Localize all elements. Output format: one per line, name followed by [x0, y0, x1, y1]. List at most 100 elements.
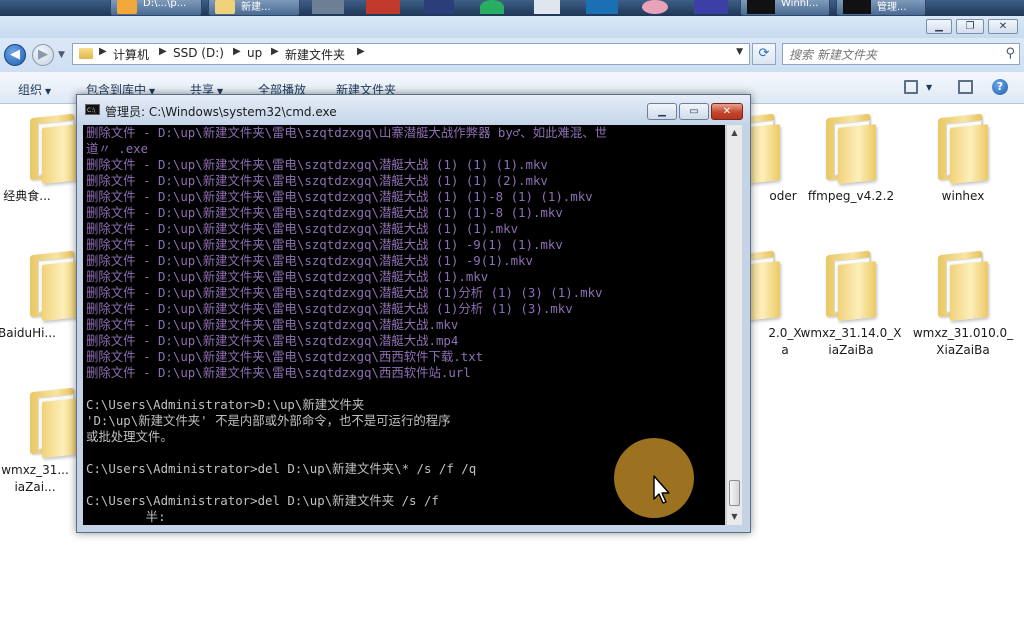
- console-line: 'D:\up\新建文件夹' 不是内部或外部命令，也不是可运行的程序: [86, 413, 451, 428]
- console-line: C:\Users\Administrator>del D:\up\新建文件夹\*…: [86, 461, 477, 476]
- console-line-deleted: 删除文件 - D:\up\新建文件夹\雷电\szqtdzxgq\潜艇大战.mp4: [86, 333, 459, 348]
- folder-label: 经典食...: [3, 189, 51, 203]
- taskbar-item-label: Winhl...: [781, 0, 819, 9]
- taskbar-item-label: 新建...: [241, 2, 271, 13]
- taskbar-item-label: D:\...\p...: [143, 0, 187, 9]
- chevron-right-icon[interactable]: ▶: [271, 46, 279, 57]
- close-button[interactable]: ✕: [988, 19, 1018, 34]
- chevron-down-icon[interactable]: ▼: [736, 47, 743, 57]
- console-line-deleted: 删除文件 - D:\up\新建文件夹\雷电\szqtdzxgq\潜艇大战 (1)…: [86, 189, 593, 204]
- app-icon-1[interactable]: [312, 0, 344, 14]
- folder-icon: [820, 112, 882, 184]
- organize-label: 组织: [18, 83, 43, 97]
- folder-icon: [932, 112, 994, 184]
- app-icon-2[interactable]: [366, 0, 400, 14]
- restore-icon: ❐: [965, 21, 975, 32]
- terminal-icon: C:\: [85, 104, 100, 115]
- minimize-icon: ▁: [658, 106, 666, 117]
- taskbar: D:\...\p... 新建... Winhl... 管理...: [0, 0, 1024, 16]
- console-line: C:\Users\Administrator>D:\up\新建文件夹: [86, 397, 365, 412]
- breadcrumb-item-drive[interactable]: SSD (D:): [173, 46, 224, 60]
- refresh-button[interactable]: ⟳: [752, 43, 776, 65]
- breadcrumb-item-up[interactable]: up: [247, 46, 262, 60]
- folder-item[interactable]: winhex: [908, 112, 1018, 232]
- chevron-right-icon[interactable]: ▶: [357, 46, 365, 57]
- minimize-button[interactable]: ▁: [926, 19, 952, 34]
- chevron-right-icon: ▶: [99, 46, 107, 57]
- folder-label: wmxz_31.010.0_ XiaZaiBa: [912, 326, 1014, 357]
- console-line: C:\Users\Administrator>del D:\up\新建文件夹 /…: [86, 493, 439, 508]
- console-line-deleted: 道〃 .exe: [86, 141, 149, 156]
- cmd-close-button[interactable]: ✕: [711, 103, 743, 120]
- organize-menu[interactable]: 组织 ▼: [18, 81, 51, 98]
- folder-item[interactable]: ffmpeg_v4.2.2: [796, 112, 906, 232]
- address-bar[interactable]: ▶ 计算机 ▶ SSD (D:) ▶ up ▶ 新建文件夹 ▶ ▼: [72, 43, 750, 65]
- taskbar-item-explorer[interactable]: 新建...: [208, 0, 300, 16]
- cmd-maximize-button[interactable]: ▭: [679, 103, 709, 120]
- maximize-icon: ▭: [689, 106, 699, 117]
- arrow-left-icon: ◀: [10, 47, 20, 62]
- taskbar-item-label: 管理...: [877, 2, 907, 13]
- console-line-deleted: 删除文件 - D:\up\新建文件夹\雷电\szqtdzxgq\潜艇大战 (1)…: [86, 157, 548, 172]
- chevron-right-icon[interactable]: ▶: [233, 46, 241, 57]
- cmd-title: 管理员: C:\Windows\system32\cmd.exe: [105, 105, 337, 119]
- console-line-deleted: 删除文件 - D:\up\新建文件夹\雷电\szqtdzxgq\山寨潜艇大战作弊…: [86, 125, 608, 140]
- console-line-deleted: 删除文件 - D:\up\新建文件夹\雷电\szqtdzxgq\潜艇大战 (1)…: [86, 173, 548, 188]
- maximize-button[interactable]: ❐: [956, 19, 984, 34]
- app-icon-5[interactable]: [534, 0, 560, 14]
- preview-pane-icon[interactable]: [958, 80, 973, 94]
- app-icon-6[interactable]: [586, 0, 618, 14]
- folder-icon: [215, 0, 235, 14]
- cmd-icon: [843, 0, 871, 14]
- app-icon: [117, 0, 137, 14]
- console-line-deleted: 删除文件 - D:\up\新建文件夹\雷电\szqtdzxgq\西西软件站.ur…: [86, 365, 471, 380]
- minimize-icon: ▁: [935, 21, 943, 32]
- breadcrumb-item-current[interactable]: 新建文件夹: [285, 46, 345, 63]
- console-line: 半:: [86, 509, 166, 524]
- console-line-deleted: 删除文件 - D:\up\新建文件夹\雷电\szqtdzxgq\潜艇大战 (1)…: [86, 269, 489, 284]
- search-input[interactable]: [789, 46, 999, 64]
- folder-label: ffmpeg_v4.2.2: [807, 189, 895, 203]
- search-icon[interactable]: ⚲: [1005, 46, 1015, 61]
- window-icon: [747, 0, 775, 14]
- app-icon-7[interactable]: [642, 0, 668, 14]
- close-icon: ✕: [722, 106, 732, 117]
- folder-item[interactable]: wmxz_31.14.0_X iaZaiBa: [796, 249, 906, 369]
- taskbar-item-window[interactable]: Winhl...: [740, 0, 830, 16]
- folder-label: wmxz_31.14.0_X iaZaiBa: [800, 326, 902, 357]
- cmd-minimize-button[interactable]: ▁: [647, 103, 677, 120]
- chevron-right-icon[interactable]: ▶: [159, 46, 167, 57]
- folder-icon: [79, 48, 93, 59]
- app-icon-3[interactable]: [424, 0, 454, 14]
- close-icon: ✕: [998, 21, 1008, 32]
- scroll-down-icon[interactable]: ▼: [727, 509, 742, 525]
- chevron-down-icon[interactable]: ▼: [926, 83, 932, 92]
- console-lines: 删除文件 - D:\up\新建文件夹\雷电\szqtdzxgq\山寨潜艇大战作弊…: [86, 125, 607, 525]
- console-line-deleted: 删除文件 - D:\up\新建文件夹\雷电\szqtdzxgq\潜艇大战 (1)…: [86, 221, 519, 236]
- help-icon[interactable]: ?: [992, 79, 1008, 95]
- folder-item[interactable]: wmxz_31.010.0_ XiaZaiBa: [908, 249, 1018, 369]
- view-options-icon[interactable]: [904, 80, 918, 94]
- taskbar-item-cmd[interactable]: 管理...: [836, 0, 926, 16]
- console-line-deleted: 删除文件 - D:\up\新建文件夹\雷电\szqtdzxgq\潜艇大战 (1)…: [86, 237, 563, 252]
- folder-icon: [932, 249, 994, 321]
- cmd-titlebar[interactable]: C:\ 管理员: C:\Windows\system32\cmd.exe ▁ ▭…: [77, 95, 750, 125]
- vertical-scrollbar[interactable]: ▲ ▼: [726, 125, 742, 525]
- refresh-icon: ⟳: [758, 46, 770, 61]
- console-line-deleted: 删除文件 - D:\up\新建文件夹\雷电\szqtdzxgq\西西软件下载.t…: [86, 349, 484, 364]
- scroll-up-icon[interactable]: ▲: [727, 125, 742, 141]
- console-line-deleted: 删除文件 - D:\up\新建文件夹\雷电\szqtdzxgq\潜艇大战 (1)…: [86, 253, 533, 268]
- recent-pages-dropdown[interactable]: ▼: [58, 50, 65, 60]
- back-button[interactable]: ◀: [4, 44, 26, 66]
- explorer-titlebar: ▁ ❐ ✕: [0, 16, 1024, 38]
- scrollbar-thumb[interactable]: [729, 480, 740, 506]
- forward-button[interactable]: ▶: [32, 44, 54, 66]
- navigation-bar: ◀ ▶ ▼ ▶ 计算机 ▶ SSD (D:) ▶ up ▶ 新建文件夹 ▶ ▼ …: [0, 38, 1024, 72]
- folder-icon: [820, 249, 882, 321]
- app-icon-4[interactable]: [480, 0, 504, 14]
- breadcrumb-item-computer[interactable]: 计算机: [113, 46, 149, 63]
- app-icon-8[interactable]: [694, 0, 728, 14]
- taskbar-item-app[interactable]: D:\...\p...: [110, 0, 202, 16]
- search-box: ⚲: [782, 43, 1020, 65]
